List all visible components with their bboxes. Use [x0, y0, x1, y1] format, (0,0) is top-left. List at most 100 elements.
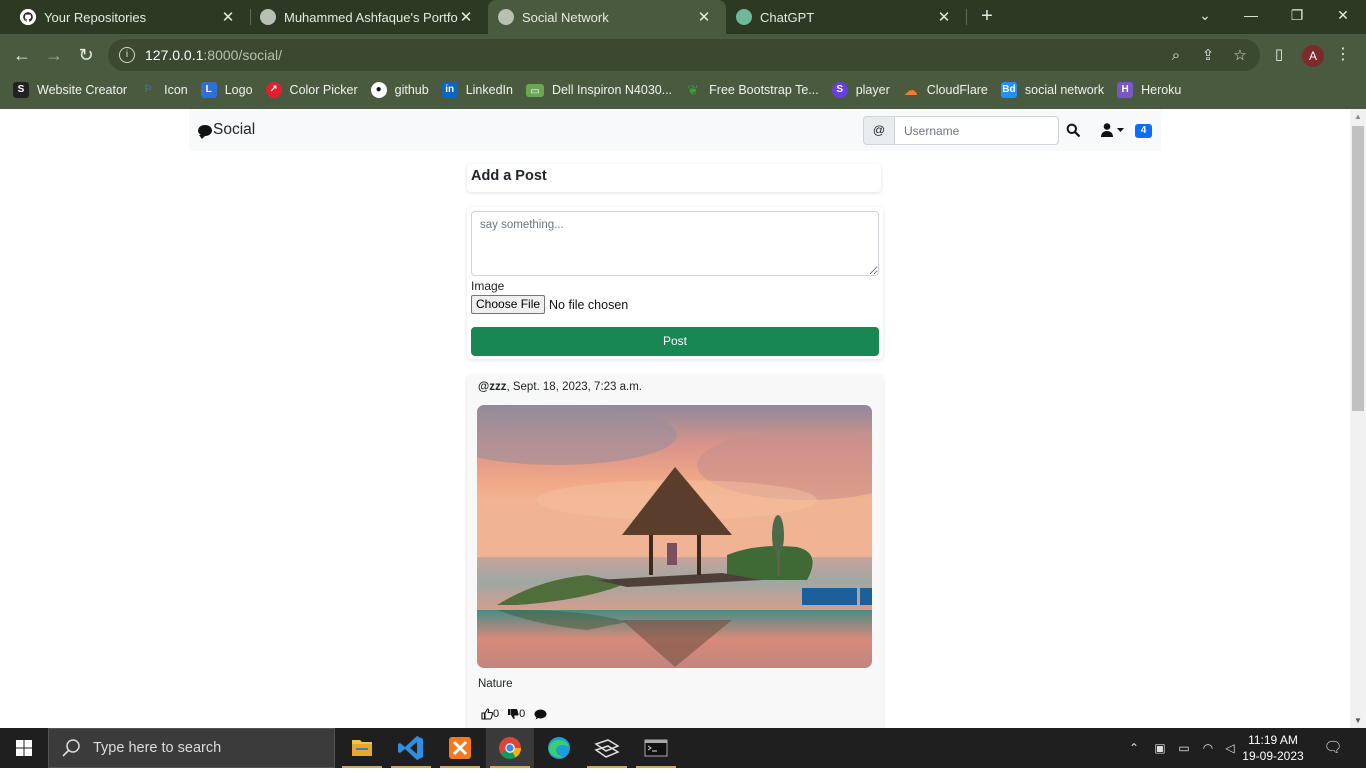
taskbar-search-placeholder: Type here to search — [93, 740, 222, 756]
bookmark-bootstrap[interactable]: ❦ Free Bootstrap Te... — [685, 82, 818, 98]
bookmark-github[interactable]: ● github — [370, 82, 429, 98]
vscode-icon[interactable] — [387, 728, 435, 768]
tab-social-network[interactable]: Social Network ✕ — [488, 0, 726, 34]
close-icon[interactable]: ✕ — [220, 8, 236, 26]
bookmark-linkedin[interactable]: in LinkedIn — [441, 82, 513, 98]
scroll-up-arrow[interactable]: ▲ — [1354, 112, 1362, 121]
browser-chrome: Your Repositories ✕ Muhammed Ashfaque's … — [0, 0, 1366, 109]
bookmark-color-picker[interactable]: ↗ Color Picker — [265, 82, 358, 98]
windows-start-button[interactable] — [0, 728, 48, 768]
logo-icon: L — [200, 82, 217, 98]
minimize-button[interactable]: — — [1228, 0, 1274, 32]
tab-your-repositories[interactable]: Your Repositories ✕ — [0, 0, 250, 34]
post-author[interactable]: @zzz — [478, 381, 506, 393]
bookmark-dell[interactable]: ▭ Dell Inspiron N4030... — [525, 83, 672, 97]
site-info-icon[interactable]: i — [119, 47, 135, 63]
command-prompt-icon[interactable] — [632, 728, 680, 768]
edge-icon[interactable] — [535, 728, 583, 768]
brand-label: Social — [213, 121, 256, 138]
close-window-button[interactable]: ✕ — [1320, 0, 1366, 32]
post-button[interactable]: Post — [471, 327, 879, 356]
tab-title: Social Network — [522, 9, 609, 25]
tab-chatgpt[interactable]: ChatGPT ✕ — [726, 0, 966, 34]
wifi-icon[interactable]: ◠ — [1198, 728, 1218, 768]
battery-icon[interactable]: ▭ — [1174, 728, 1194, 768]
volume-icon[interactable]: ◁ — [1220, 728, 1240, 768]
post-caption: Nature — [478, 678, 513, 690]
close-icon[interactable]: ✕ — [936, 8, 952, 26]
close-icon[interactable]: ✕ — [458, 8, 474, 26]
side-panel-icon[interactable]: ▯ — [1266, 42, 1292, 68]
xampp-icon[interactable] — [436, 728, 484, 768]
bookmark-icon-site[interactable]: ⚐ Icon — [140, 82, 188, 98]
meet-now-icon[interactable]: ▣ — [1150, 728, 1170, 768]
post-actions: 0 0 — [481, 708, 547, 720]
clock-date: 19-09-2023 — [1242, 749, 1304, 763]
reload-button[interactable]: ↻ — [73, 42, 99, 68]
comment-icon[interactable] — [534, 709, 547, 720]
github-icon: ● — [370, 82, 387, 98]
github-icon — [20, 9, 36, 25]
heroku-icon: H — [1117, 82, 1134, 98]
caret-down-icon — [1117, 128, 1124, 132]
file-explorer-icon[interactable] — [338, 728, 386, 768]
new-tab-button[interactable]: + — [976, 5, 998, 27]
back-button[interactable]: ← — [9, 42, 35, 68]
add-post-header: Add a Post — [467, 164, 881, 192]
bookmark-star-icon[interactable]: ☆ — [1230, 46, 1250, 66]
tab-strip: Your Repositories ✕ Muhammed Ashfaque's … — [0, 0, 1366, 34]
bookmark-cloudflare[interactable]: ☁ CloudFlare — [903, 82, 988, 98]
taskbar-clock[interactable]: 11:19 AM 19-09-2023 — [1242, 732, 1304, 764]
page-scrollbar[interactable]: ▲ ▼ — [1350, 109, 1366, 728]
browser-toolbar: ← → ↻ i 127.0.0.1:8000/social/ ⌕ ⇪ ☆ ▯ ⋮ — [0, 34, 1366, 76]
taskbar-search[interactable]: Type here to search — [48, 728, 335, 768]
choose-file-button[interactable]: Choose File — [471, 295, 546, 314]
bookmark-website-creator[interactable]: S Website Creator — [13, 82, 127, 98]
tab-portfolio[interactable]: Muhammed Ashfaque's Portfolio ✕ — [250, 0, 488, 34]
post-meta: @zzz, Sept. 18, 2023, 7:23 a.m. — [478, 381, 642, 393]
user-search-group: @ — [863, 116, 1059, 145]
user-icon — [1101, 123, 1113, 137]
scroll-down-arrow[interactable]: ▼ — [1354, 716, 1362, 725]
profile-avatar[interactable]: A — [1302, 45, 1324, 67]
like-button[interactable]: 0 — [481, 708, 499, 720]
post-card: @zzz, Sept. 18, 2023, 7:23 a.m. Nature 0… — [467, 375, 883, 728]
close-icon[interactable]: ✕ — [696, 8, 712, 26]
bookmark-icon: S — [13, 82, 29, 98]
zoom-icon[interactable]: ⌕ — [1166, 46, 1186, 66]
dell-icon: ▭ — [525, 83, 544, 97]
leaf-icon: ❦ — [687, 82, 700, 98]
tray-overflow-icon[interactable]: ⌃ — [1126, 728, 1142, 768]
globe-icon — [260, 9, 276, 25]
dislike-button[interactable]: 0 — [507, 708, 525, 720]
url-path: :8000/social/ — [203, 47, 282, 63]
terminal-icon[interactable] — [583, 728, 631, 768]
site-navbar: Social @ 4 — [189, 109, 1161, 151]
address-bar[interactable]: i 127.0.0.1:8000/social/ ⌕ ⇪ ☆ — [108, 39, 1260, 71]
post-body-textarea[interactable] — [471, 211, 879, 276]
flag-icon: ⚐ — [143, 84, 153, 95]
restore-button[interactable]: ❐ — [1274, 0, 1320, 32]
clock-time: 11:19 AM — [1248, 733, 1298, 747]
notifications-icon[interactable]: 🗨 — [1322, 728, 1344, 768]
scroll-thumb[interactable] — [1352, 126, 1364, 411]
bookmark-heroku[interactable]: H Heroku — [1117, 82, 1181, 98]
post-image[interactable] — [477, 405, 872, 668]
windows-taskbar: Type here to search ⌃ ▣ ▭ ◠ ◁ 11:19 AM 1… — [0, 728, 1366, 768]
menu-icon[interactable]: ⋮ — [1330, 42, 1356, 68]
bd-icon: Bd — [1000, 82, 1017, 98]
cloudflare-icon: ☁ — [903, 82, 918, 98]
notification-badge[interactable]: 4 — [1135, 124, 1152, 138]
image-file-input[interactable]: Choose File No file chosen — [471, 295, 628, 314]
bookmark-player[interactable]: Splayer — [831, 82, 890, 98]
bookmark-logo[interactable]: L Logo — [200, 82, 253, 98]
user-menu-button[interactable] — [1101, 123, 1125, 137]
brand-link[interactable]: Social — [198, 121, 255, 139]
forward-button[interactable]: → — [41, 42, 67, 68]
username-search-input[interactable] — [894, 116, 1059, 145]
tab-search-icon[interactable]: ⌄ — [1182, 0, 1228, 32]
share-icon[interactable]: ⇪ — [1198, 46, 1218, 66]
search-icon[interactable] — [1066, 123, 1080, 137]
chrome-icon[interactable] — [486, 728, 534, 768]
bookmark-social-network[interactable]: Bd social network — [1000, 82, 1104, 98]
